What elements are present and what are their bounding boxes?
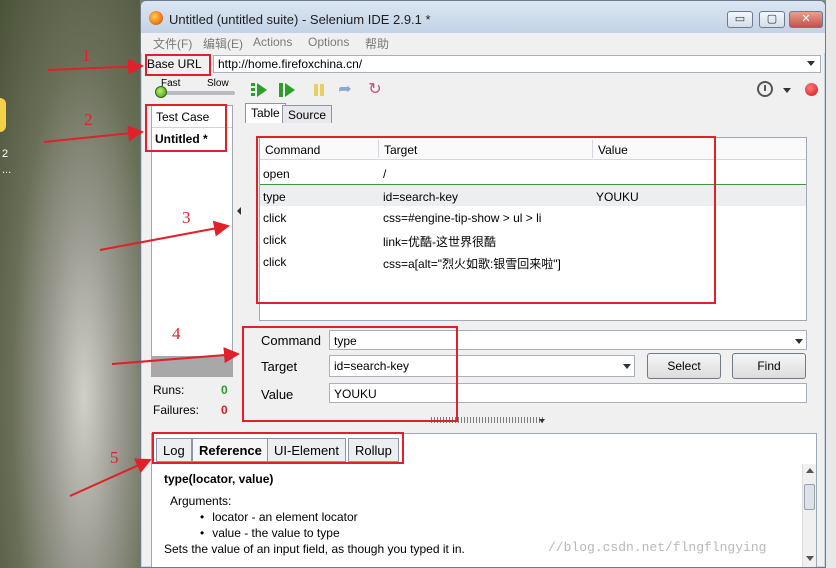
tab-table[interactable]: Table: [245, 103, 286, 123]
window-title: Untitled (untitled suite) - Selenium IDE…: [169, 12, 431, 27]
base-url-row: Base URL http://home.firefoxchina.cn/: [141, 53, 825, 75]
play-suite-icon[interactable]: [251, 81, 271, 99]
scroll-down-icon[interactable]: [806, 556, 814, 561]
target-dropdown-icon[interactable]: [623, 364, 631, 369]
firefox-icon: [149, 11, 163, 25]
annotation-number-1: 1: [82, 46, 91, 65]
title-bar: Untitled (untitled suite) - Selenium IDE…: [141, 1, 825, 33]
pause-icon[interactable]: [309, 81, 329, 99]
annotation-number-5: 5: [110, 448, 119, 467]
menu-options[interactable]: Options: [308, 35, 349, 49]
menu-actions[interactable]: Actions: [253, 35, 292, 49]
speed-slider-handle[interactable]: [155, 86, 167, 98]
record-icon[interactable]: [805, 83, 818, 96]
reference-title: type(locator, value): [164, 472, 274, 486]
clock-dropdown-icon[interactable]: [783, 88, 791, 93]
arguments-label: Arguments:: [170, 494, 232, 508]
speed-slider-track[interactable]: [155, 91, 235, 95]
annotation-number-2: 2: [84, 110, 93, 129]
collapse-arrow-icon[interactable]: [237, 207, 241, 215]
base-url-input[interactable]: http://home.firefoxchina.cn/: [213, 55, 821, 73]
annotation-box-test-case: [145, 104, 227, 152]
reference-scrollbar[interactable]: [802, 464, 816, 567]
runs-label: Runs:: [153, 383, 185, 397]
step-icon[interactable]: ➦: [335, 81, 355, 99]
annotation-number-3: 3: [182, 208, 191, 227]
tab-source[interactable]: Source: [282, 105, 333, 123]
toolbar: Fast Slow ➦ ↻: [141, 75, 825, 103]
runs-count: 0: [221, 383, 228, 397]
menu-file[interactable]: 文件(F): [153, 35, 192, 52]
menu-edit[interactable]: 编辑(E): [203, 35, 243, 52]
annotation-number-4: 4: [172, 324, 181, 343]
scroll-up-icon[interactable]: [806, 468, 814, 473]
argument-item: locator - an element locator: [200, 510, 794, 524]
command-dropdown-icon[interactable]: [795, 339, 803, 344]
play-test-case-icon[interactable]: [279, 81, 299, 99]
collapse-down-icon[interactable]: [539, 419, 545, 423]
annotation-box-editor: [242, 326, 458, 422]
select-button[interactable]: Select: [647, 353, 721, 379]
watermark: //blog.csdn.net/flngflngying: [548, 540, 767, 555]
annotation-box-commands: [256, 136, 716, 304]
schedule-clock-icon[interactable]: [757, 81, 773, 97]
failures-label: Failures:: [153, 403, 200, 417]
background-window-edge: [826, 0, 836, 568]
desktop-dots: ...: [2, 164, 12, 176]
argument-item: value - the value to type: [200, 526, 794, 540]
desktop-background: [0, 0, 140, 568]
annotation-box-bottom-tabs: [152, 432, 404, 464]
maximize-button[interactable]: ▢: [759, 11, 785, 28]
base-url-dropdown-icon[interactable]: [807, 61, 815, 66]
progress-bar: [151, 357, 233, 377]
close-button[interactable]: ✕: [789, 11, 823, 28]
menu-bar: 文件(F) 编辑(E) Actions Options 帮助: [141, 33, 825, 53]
desktop-icon: [0, 98, 6, 132]
speed-slow-label: Slow: [207, 78, 229, 89]
find-button[interactable]: Find: [732, 353, 806, 379]
scroll-thumb[interactable]: [804, 484, 815, 510]
menu-help[interactable]: 帮助: [365, 35, 389, 52]
annotation-box-base-url: [145, 54, 211, 76]
desktop-number: 2: [2, 148, 9, 160]
minimize-button[interactable]: ▭: [727, 11, 753, 28]
rollup-icon[interactable]: ↻: [365, 81, 385, 99]
failures-count: 0: [221, 403, 228, 417]
